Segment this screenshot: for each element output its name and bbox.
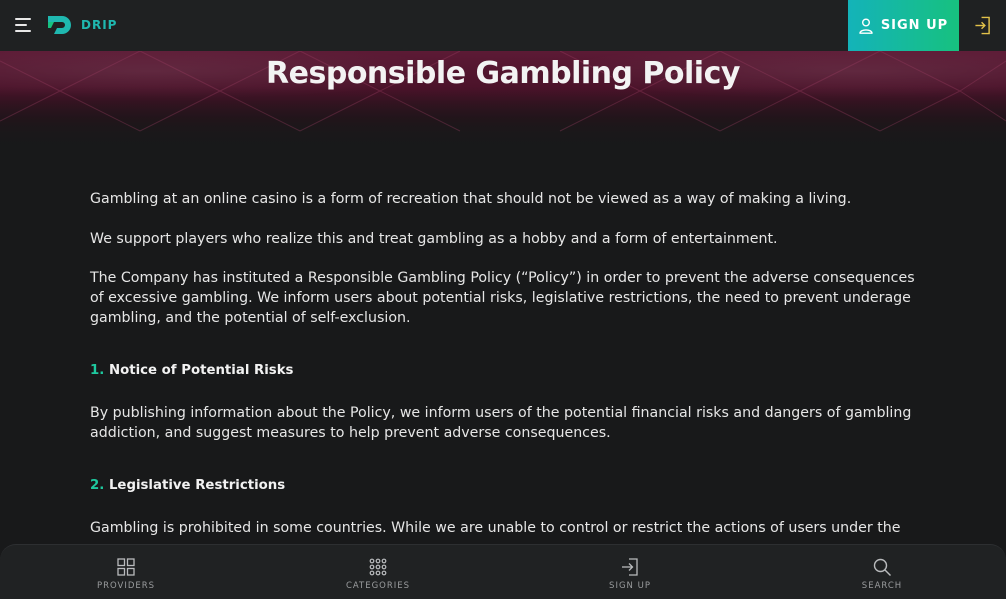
nav-label: SIGN UP [609, 581, 651, 591]
section-text-2: Gambling is prohibited in some countries… [90, 520, 901, 536]
section-heading-1: 1. Notice of Potential Risks [90, 363, 293, 378]
login-icon [975, 16, 990, 35]
dots-grid-icon [369, 558, 387, 576]
section-title: Legislative Restrictions [108, 478, 286, 493]
nav-item-categories[interactable]: CATEGORIES [318, 545, 438, 599]
intro-paragraph-3: The Company has instituted a Responsible… [90, 270, 915, 326]
sign-up-button[interactable]: SIGN UP [848, 0, 959, 51]
login-button[interactable] [959, 0, 1006, 51]
sign-up-label: SIGN UP [880, 18, 949, 33]
search-icon [873, 558, 891, 576]
sign-in-icon [622, 558, 638, 576]
drip-logo-icon [48, 16, 71, 34]
section-number: 1. [90, 363, 105, 378]
section-heading-2: 2. Legislative Restrictions [90, 478, 285, 493]
nav-label: CATEGORIES [345, 581, 411, 591]
bottom-navigation: PROVIDERS CATEGORIES SIGN UP SEARCH [0, 544, 1006, 599]
section-text-1: By publishing information about the Poli… [90, 405, 912, 441]
user-icon [859, 18, 873, 34]
nav-item-providers[interactable]: PROVIDERS [66, 545, 186, 599]
grid-icon [117, 558, 135, 576]
page-title: Responsible Gambling Policy [266, 56, 740, 91]
logo-text: DRIP [81, 18, 118, 32]
intro-paragraph-1: Gambling at an online casino is a form o… [90, 191, 852, 207]
logo[interactable]: DRIP [46, 13, 117, 37]
menu-icon[interactable] [15, 18, 33, 32]
nav-item-sign-up[interactable]: SIGN UP [570, 545, 690, 599]
section-title: Notice of Potential Risks [108, 363, 294, 378]
nav-label: PROVIDERS [96, 581, 156, 591]
intro-paragraph-2: We support players who realize this and … [90, 231, 778, 247]
nav-item-search[interactable]: SEARCH [822, 545, 942, 599]
top-bar: DRIP SIGN UP [0, 0, 1006, 51]
nav-label: SEARCH [861, 581, 903, 591]
section-number: 2. [90, 478, 105, 493]
